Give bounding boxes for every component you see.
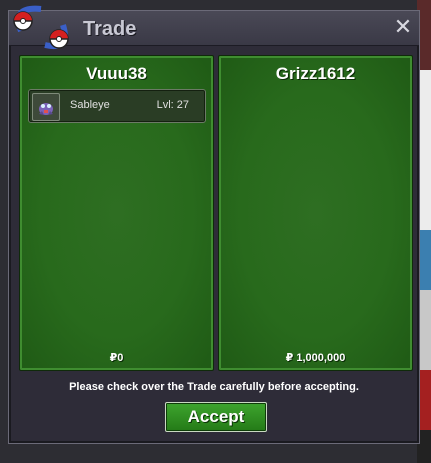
pokemon-name: Sableye bbox=[70, 99, 110, 111]
window-title: Trade bbox=[83, 18, 137, 40]
trade-window: Trade ✕ Vuuu38 Sableye Lvl: 27 ₽0 Grizz1… bbox=[8, 5, 420, 444]
money-offer-right: ₽ 1,000,000 bbox=[285, 352, 346, 364]
player-name: Vuuu38 bbox=[86, 64, 147, 83]
pokeball-logo-icon bbox=[13, 5, 69, 49]
offer-panel-right: Grizz1612 ₽ 1,000,000 bbox=[218, 55, 413, 371]
window-titlebar[interactable]: Trade ✕ bbox=[9, 5, 419, 49]
money-offer-left: ₽0 bbox=[109, 352, 124, 364]
close-icon[interactable]: ✕ bbox=[391, 15, 415, 39]
offer-panel-left: Vuuu38 Sableye Lvl: 27 ₽0 bbox=[19, 55, 214, 371]
trade-notice: Please check over the Trade carefully be… bbox=[69, 381, 359, 393]
accept-button[interactable]: Accept bbox=[165, 402, 267, 432]
sableye-sprite-icon bbox=[32, 93, 60, 121]
player-name: Grizz1612 bbox=[275, 64, 356, 83]
pokemon-level: Lvl: 27 bbox=[156, 99, 189, 111]
offered-pokemon-item[interactable]: Sableye Lvl: 27 bbox=[28, 89, 206, 123]
